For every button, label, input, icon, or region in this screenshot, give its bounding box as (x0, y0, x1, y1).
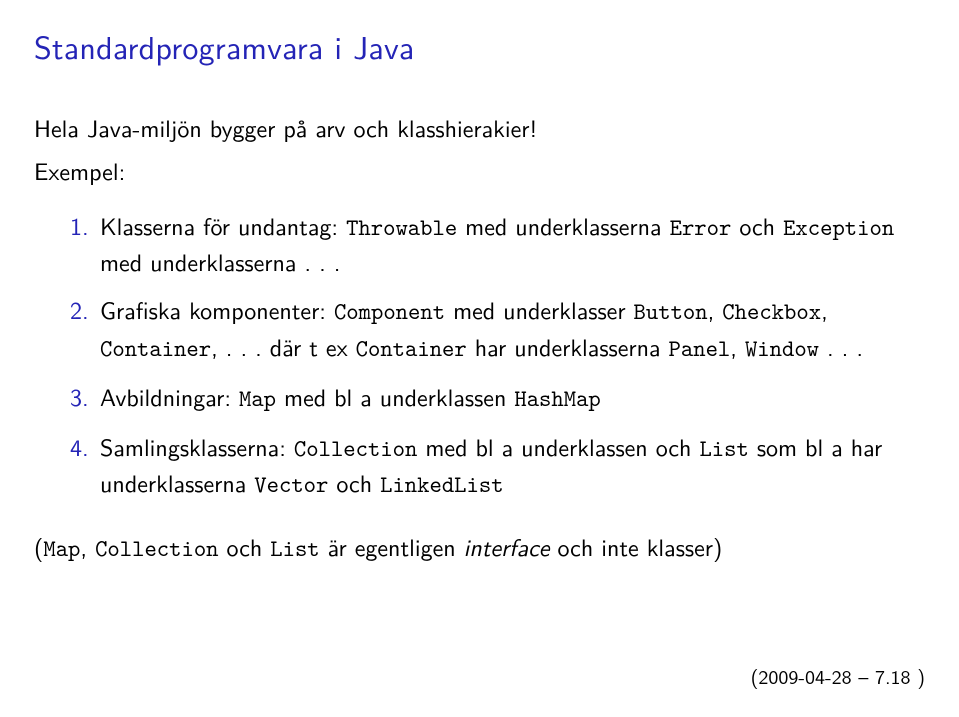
code: Component (334, 296, 445, 327)
text: med bl a underklassen och (417, 429, 699, 464)
italic-text: interface (464, 529, 550, 564)
text: och inte klasser) (550, 529, 723, 564)
code: Container (356, 333, 467, 364)
code: Panel (669, 333, 731, 364)
list-item: 1. Klasserna för undantag: Throwable med… (70, 209, 925, 280)
code: Window (745, 333, 819, 364)
text: , . . . där t ex (211, 329, 356, 364)
list-number: 4. (70, 430, 89, 465)
slide-footer: (2009-04-28 – 7.18 ) (751, 662, 925, 691)
text: och (328, 465, 380, 500)
list-item: 3. Avbildningar: Map med bl a underklass… (70, 380, 925, 416)
page-title: Standardprogramvara i Java (34, 22, 925, 69)
text: ( (34, 529, 43, 564)
list-item: 2. Grafiska komponenter: Component med u… (70, 293, 925, 365)
text: , (730, 329, 745, 364)
code: Collection (95, 533, 218, 564)
list-item: 4. Samlingsklasserna: Collection med bl … (70, 430, 925, 502)
text: med underklasserna . . . (100, 244, 340, 279)
body: Hela Java-miljön bygger på arv och klass… (34, 111, 925, 566)
code: LinkedList (380, 469, 503, 500)
text: Avbildningar: (100, 379, 239, 414)
code: Collection (294, 433, 417, 464)
code: Vector (254, 469, 328, 500)
text: Grafiska komponenter: (100, 292, 334, 327)
code: Map (239, 383, 276, 414)
text: , (821, 292, 828, 327)
code: Checkbox (722, 296, 821, 327)
text: , (80, 529, 95, 564)
text: är egentligen (320, 529, 464, 564)
list-number: 1. (70, 209, 89, 244)
text: med underklasser (445, 292, 633, 327)
list-number: 3. (70, 380, 89, 415)
text: Klasserna för undantag: (100, 208, 346, 243)
code: Container (100, 333, 211, 364)
text: med underklasserna (457, 208, 669, 243)
numbered-list: 1. Klasserna för undantag: Throwable med… (34, 209, 925, 502)
code: Exception (783, 212, 894, 243)
text: och (219, 529, 271, 564)
example-label: Exempel: (34, 154, 925, 189)
code: Error (670, 212, 732, 243)
code: Throwable (346, 212, 457, 243)
intro-text: Hela Java-miljön bygger på arv och klass… (34, 111, 925, 146)
text: har underklasserna (467, 329, 669, 364)
code: HashMap (514, 383, 600, 414)
code: Map (43, 533, 80, 564)
footnote: (Map, Collection och List är egentligen … (34, 530, 925, 566)
code: List (699, 433, 748, 464)
text: , (708, 292, 723, 327)
list-number: 2. (70, 293, 89, 328)
slide: Standardprogramvara i Java Hela Java-mil… (0, 0, 959, 717)
text: och (731, 208, 783, 243)
text: Samlingsklasserna: (100, 429, 294, 464)
code: Button (634, 296, 708, 327)
text: med bl a underklassen (276, 379, 514, 414)
text: . . . (819, 329, 863, 364)
code: List (270, 533, 319, 564)
